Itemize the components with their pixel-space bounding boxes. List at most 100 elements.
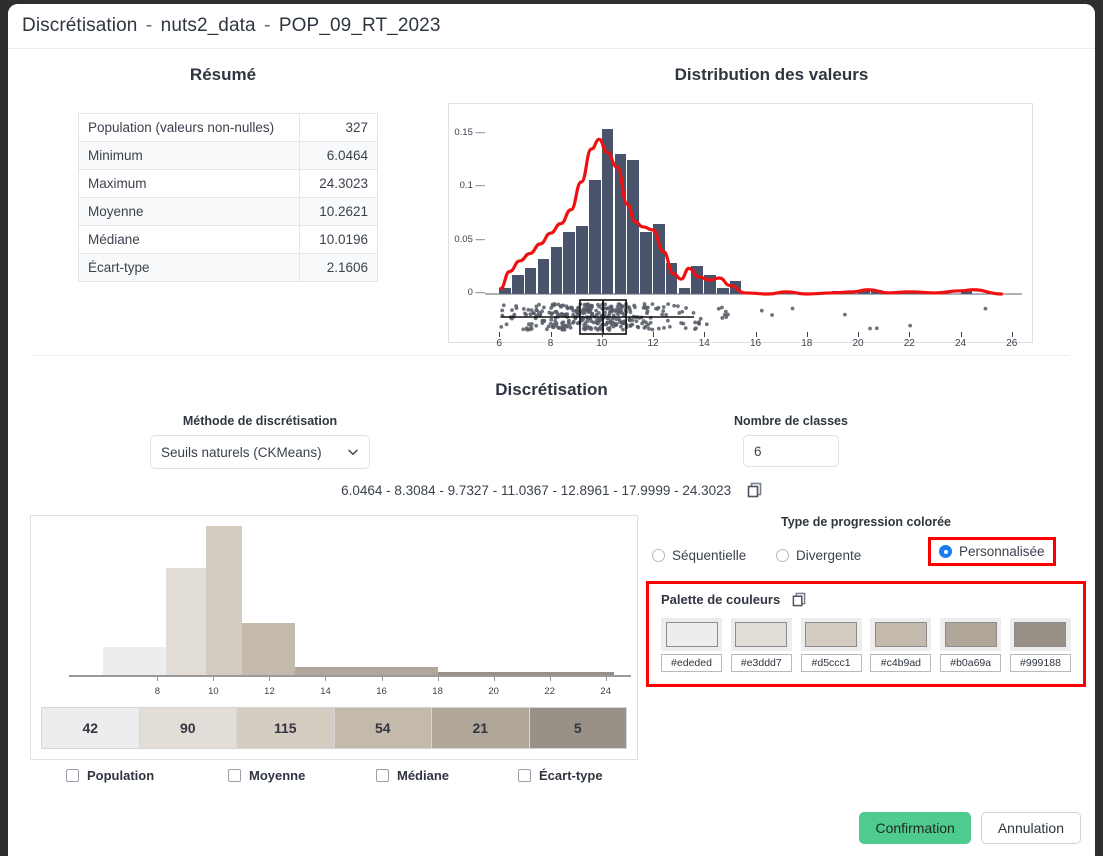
x-axis-tickmark [550, 332, 552, 337]
discretisation-dialog: Discrétisation - nuts2_data - POP_09_RT_… [8, 4, 1095, 856]
x-axis-tickmark [960, 332, 962, 337]
copy-icon[interactable] [747, 482, 762, 501]
summary-row-value: 327 [299, 113, 378, 142]
summary-row-label: Écart-type [78, 253, 300, 282]
preview-tickmark [269, 677, 271, 681]
class-bar [294, 667, 438, 675]
distribution-overlay [485, 137, 1022, 335]
summary-row-value: 6.0464 [299, 141, 378, 170]
x-axis-tick: 14 [698, 338, 710, 349]
palette-swatch[interactable]: #d5ccc1 [800, 618, 862, 672]
x-axis-tick: 22 [903, 338, 915, 349]
preview-tickmark [381, 677, 383, 681]
palette-hex-input[interactable]: #c4b9ad [870, 654, 932, 672]
palette-hex-input[interactable]: #d5ccc1 [800, 654, 862, 672]
palette-color-chip[interactable] [944, 622, 997, 647]
palette-hex-input[interactable]: #b0a69a [940, 654, 1002, 672]
summary-row-value: 10.2621 [299, 197, 378, 226]
title-dataset: nuts2_data [160, 15, 256, 36]
stat-checkbox-population[interactable]: Population [66, 768, 154, 783]
x-axis-tickmark [858, 332, 859, 337]
progression-radio-2[interactable]: Divergente [776, 548, 861, 563]
x-axis-tick: 24 [954, 338, 967, 349]
x-axis-tick: 18 [801, 338, 813, 349]
preview-x-tick: 10 [208, 686, 219, 697]
summary-and-distribution-row: Résumé Population (valeurs non-nulles) 32… [8, 49, 1095, 349]
stat-checkbox-moyenne[interactable]: Moyenne [228, 768, 305, 783]
class-count-cell[interactable]: 115 [236, 708, 334, 748]
summary-panel: Résumé Population (valeurs non-nulles) 32… [8, 55, 448, 343]
preview-tickmark [605, 677, 607, 681]
checkbox-icon [376, 769, 389, 782]
palette-color-chip[interactable] [735, 622, 788, 647]
preview-x-tick: 16 [376, 686, 387, 697]
x-axis-tick: 10 [596, 338, 608, 349]
stat-checkbox--cart-type[interactable]: Écart-type [518, 768, 603, 783]
progression-radio-1[interactable]: Séquentielle [652, 548, 746, 563]
class-count-cell[interactable]: 5 [528, 708, 626, 748]
table-row: Population (valeurs non-nulles) 327 [78, 113, 378, 142]
title-separator-1: - [145, 15, 153, 36]
x-axis-tickmark [499, 332, 501, 337]
radio-icon [776, 548, 789, 562]
preview-tickmark [157, 677, 159, 681]
preview-tickmark [493, 677, 495, 681]
chevron-down-icon [347, 446, 359, 458]
x-axis-tickmark [1011, 332, 1013, 337]
stat-checkbox-m-diane[interactable]: Médiane [376, 768, 449, 783]
palette-panel: Palette de couleurs #ededed #e3ddd7 #d5ccc… [646, 581, 1086, 687]
summary-row-value: 2.1606 [299, 253, 378, 282]
progression-radio-3[interactable]: Personnalisée [928, 537, 1056, 566]
distribution-heading: Distribution des valeurs [674, 65, 869, 84]
class-bar [166, 568, 206, 675]
progression-radio-label: Personnalisée [959, 544, 1045, 559]
table-row: Médiane 10.0196 [78, 225, 378, 254]
summary-row-label: Population (valeurs non-nulles) [78, 113, 300, 142]
palette-swatch[interactable]: #b0a69a [940, 618, 1002, 672]
palette-color-chip[interactable] [805, 622, 858, 647]
x-axis-tick: 26 [1006, 338, 1018, 349]
palette-color-chip[interactable] [665, 622, 718, 647]
page-title: Discrétisation - nuts2_data - POP_09_RT_… [22, 15, 441, 37]
class-count-cell[interactable]: 54 [333, 708, 431, 748]
stat-checkbox-label: Écart-type [539, 768, 603, 783]
dialog-titlebar: Discrétisation - nuts2_data - POP_09_RT_… [8, 4, 1095, 49]
method-control: Méthode de discrétisation Seuils naturel… [150, 414, 370, 469]
palette-hex-input[interactable]: #999188 [1009, 654, 1071, 672]
method-select-value: Seuils naturels (CKMeans) [161, 444, 322, 460]
preview-x-axis [69, 675, 631, 677]
confirm-button[interactable]: Confirmation [859, 812, 971, 844]
class-preview-panel: 8 10 12 14 16 18 20 22 24 42 90 115 54 21 5 [30, 515, 638, 760]
palette-chip-wrap [940, 618, 1002, 651]
palette-copy-icon[interactable] [792, 592, 806, 610]
palette-hex-input[interactable]: #e3ddd7 [730, 654, 792, 672]
palette-color-chip[interactable] [874, 622, 927, 647]
palette-color-chip[interactable] [1014, 622, 1067, 647]
summary-row-value: 10.0196 [299, 225, 378, 254]
title-separator-2: - [264, 15, 271, 36]
class-count-cell[interactable]: 90 [138, 708, 236, 748]
table-row: Minimum 6.0464 [78, 141, 378, 170]
x-axis-tick: 6 [496, 338, 503, 349]
cancel-button[interactable]: Annulation [980, 812, 1081, 844]
class-count-cell[interactable]: 21 [431, 708, 529, 748]
summary-row-label: Moyenne [78, 197, 300, 226]
classes-input[interactable]: 6 [743, 435, 839, 467]
class-preview-chart: 8 10 12 14 16 18 20 22 24 [31, 516, 637, 701]
distribution-panel: Distribution des valeurs 0 —0.05 —0.1 —0… [448, 55, 1095, 349]
summary-row-label: Minimum [78, 141, 300, 170]
table-row: Moyenne 10.2621 [78, 197, 378, 226]
preview-x-tick: 24 [600, 686, 611, 697]
palette-chip-wrap [730, 618, 792, 651]
palette-swatch[interactable]: #999188 [1009, 618, 1071, 672]
palette-swatch[interactable]: #e3ddd7 [730, 618, 792, 672]
palette-swatch[interactable]: #ededed [661, 618, 722, 672]
dialog-footer: Confirmation Annulation [859, 812, 1081, 844]
method-select[interactable]: Seuils naturels (CKMeans) [150, 435, 370, 469]
palette-hex-input[interactable]: #ededed [661, 654, 722, 672]
palette-swatch[interactable]: #c4b9ad [870, 618, 932, 672]
class-count-cell[interactable]: 42 [42, 708, 139, 748]
x-axis-tickmark [653, 332, 654, 337]
preview-x-tick: 8 [154, 686, 161, 697]
palette-title: Palette de couleurs [661, 592, 781, 607]
